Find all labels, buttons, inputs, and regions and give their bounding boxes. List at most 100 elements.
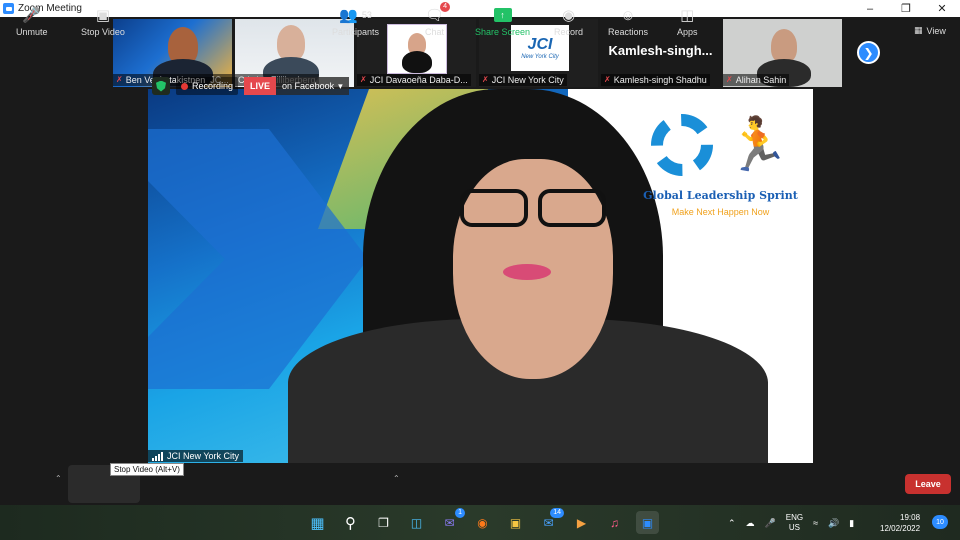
muted-mic-icon: ✗ — [604, 75, 611, 84]
signal-strength-icon — [152, 451, 163, 461]
media-player-button[interactable]: ▶ — [570, 511, 593, 534]
participant-name: JCI New York City — [491, 75, 564, 85]
apps-button[interactable]: ◫ Apps — [677, 5, 698, 37]
view-label: View — [926, 25, 946, 36]
chat-badge: 4 — [440, 2, 451, 12]
unmute-button[interactable]: 🎤 ∕ Unmute — [16, 5, 48, 37]
background-logo: 🏃 Global Leadership Sprint Make Next Hap… — [633, 109, 808, 229]
next-page-button[interactable]: ❯ — [857, 41, 880, 64]
notification-badge[interactable]: 10 — [932, 515, 948, 529]
muted-mic-icon: ✗ — [482, 75, 489, 84]
speaker-lips — [503, 264, 551, 280]
teams-chat-button[interactable]: ✉ 1 — [438, 508, 465, 534]
share-screen-icon: ↑ — [493, 5, 512, 25]
gear-icon — [651, 114, 713, 176]
clock-date: 12/02/2022 — [880, 524, 921, 533]
windows-logo-icon: ▦ — [310, 514, 325, 532]
taskbar-apps: ▦ ⚲ ❐ ◫ ✉ 1 ◉ ▣ ✉ 14 ▶ ♫ ▣ — [306, 508, 659, 534]
stop-video-label: Stop Video — [81, 27, 125, 37]
task-view-button[interactable]: ❐ — [372, 511, 395, 534]
stop-video-button[interactable]: ▣ Stop Video — [81, 5, 125, 37]
battery-icon[interactable]: ▮ — [849, 518, 854, 529]
folder-icon: ▣ — [509, 515, 522, 530]
volume-icon[interactable]: 🔊 — [828, 518, 839, 529]
minimize-button[interactable]: – — [852, 0, 888, 17]
muted-mic-icon: ✗ — [726, 75, 733, 84]
live-platform-label: on Facebook — [282, 81, 335, 91]
participants-label: Participants — [332, 27, 380, 37]
microphone-icon[interactable]: 🎤 — [765, 518, 776, 529]
live-platform[interactable]: on Facebook ▾ — [276, 77, 349, 95]
apps-label: Apps — [677, 27, 698, 37]
leave-button[interactable]: Leave — [905, 474, 951, 494]
firefox-icon: ◉ — [477, 515, 488, 530]
widgets-button[interactable]: ◫ — [405, 511, 428, 534]
file-explorer-button[interactable]: ▣ — [504, 511, 527, 534]
firefox-button[interactable]: ◉ — [471, 511, 494, 534]
active-speaker-video: 🏃 Global Leadership Sprint Make Next Hap… — [148, 89, 813, 463]
record-dot-icon — [181, 82, 188, 90]
apps-icon: ◫ — [680, 7, 695, 24]
search-icon: ⚲ — [345, 514, 356, 532]
zoom-icon: ▣ — [641, 515, 654, 530]
record-button[interactable]: ◉ Record — [554, 5, 583, 37]
task-view-icon: ❐ — [378, 515, 389, 530]
audio-options-caret[interactable]: ⌃ — [55, 474, 62, 483]
close-button[interactable]: ✕ — [924, 0, 960, 17]
speaker-name-tag: JCI New York City — [148, 450, 244, 462]
record-icon: ◉ — [561, 7, 576, 24]
mail-badge: 14 — [550, 508, 564, 518]
participant-name-tag: ✗ JCI Davaoeña Daba-D... — [357, 74, 471, 86]
participant-video — [277, 25, 305, 61]
cloud-icon[interactable]: ☁ — [746, 518, 755, 529]
chat-bubble-icon: ✉ — [444, 515, 455, 530]
taskbar-clock[interactable]: 19:08 12/02/2022 — [880, 512, 920, 534]
system-tray: ⌃ ☁ 🎤 ENG US ≈ 🔊 ▮ — [728, 513, 854, 533]
windows-taskbar: ▦ ⚲ ❐ ◫ ✉ 1 ◉ ▣ ✉ 14 ▶ ♫ ▣ ⌃ ☁ 🎤 ENG US ≈ 🔊… — [0, 505, 960, 540]
view-button[interactable]: ▦ View — [914, 25, 946, 36]
start-button[interactable]: ▦ — [306, 511, 329, 534]
clock-time: 19:08 — [900, 513, 921, 522]
mail-button[interactable]: ✉ 14 — [537, 508, 564, 534]
search-button[interactable]: ⚲ — [339, 511, 362, 534]
zoom-app-icon — [3, 3, 14, 14]
music-icon: ♫ — [610, 515, 619, 530]
share-screen-button[interactable]: ↑ Share Screen — [475, 5, 530, 37]
chevron-up-icon[interactable]: ⌃ — [728, 518, 736, 529]
muted-mic-icon: 🎤 ∕ — [22, 7, 42, 24]
reactions-button[interactable]: ☺ Reactions — [608, 5, 649, 38]
muted-mic-icon: ✗ — [116, 75, 123, 84]
chat-button[interactable]: 🗨 4 Chat — [425, 2, 451, 37]
participant-name-tag: ✗ Kamlesh-singh Shadhu — [601, 74, 710, 86]
participants-button[interactable]: 👥 53 Participants — [332, 5, 379, 37]
encryption-shield-icon[interactable] — [152, 77, 170, 95]
participant-name: JCI Davaoeña Daba-D... — [369, 75, 468, 85]
participants-options-caret[interactable]: ⌃ — [393, 474, 400, 483]
stop-video-tooltip: Stop Video (Alt+V) — [110, 463, 184, 476]
live-badge: LIVE — [244, 77, 277, 95]
caret-down-icon: ▾ — [338, 80, 343, 91]
participant-video — [771, 29, 797, 63]
live-stream-indicator[interactable]: LIVE on Facebook ▾ — [244, 77, 349, 95]
grid-icon: ▦ — [914, 25, 923, 35]
jci-logo-text: JCI — [527, 36, 553, 53]
reactions-label: Reactions — [608, 27, 649, 37]
logo-tagline: Make Next Happen Now — [671, 207, 770, 217]
maximize-button[interactable]: ❐ — [888, 0, 924, 17]
participant-tile[interactable]: ✗ Alihan Sahin — [723, 19, 842, 87]
itunes-button[interactable]: ♫ — [603, 511, 626, 534]
jci-logo-subtext: New York City — [521, 54, 559, 60]
participant-big-name: Kamlesh-singh... — [608, 43, 713, 58]
participants-icon: 👥 53 — [339, 7, 372, 24]
wifi-icon[interactable]: ≈ — [813, 518, 818, 528]
recording-indicator[interactable]: Recording — [176, 77, 239, 95]
play-icon: ▶ — [576, 515, 587, 530]
participants-count: 53 — [361, 10, 372, 20]
language-indicator[interactable]: ENG US — [786, 513, 803, 533]
participant-name-tag: ✗ Alihan Sahin — [723, 74, 790, 86]
keyboard-region: US — [788, 523, 800, 532]
participant-name: Alihan Sahin — [735, 75, 787, 85]
share-screen-label: Share Screen — [475, 27, 531, 37]
zoom-taskbar-button[interactable]: ▣ — [636, 511, 659, 534]
record-label: Record — [554, 27, 584, 37]
